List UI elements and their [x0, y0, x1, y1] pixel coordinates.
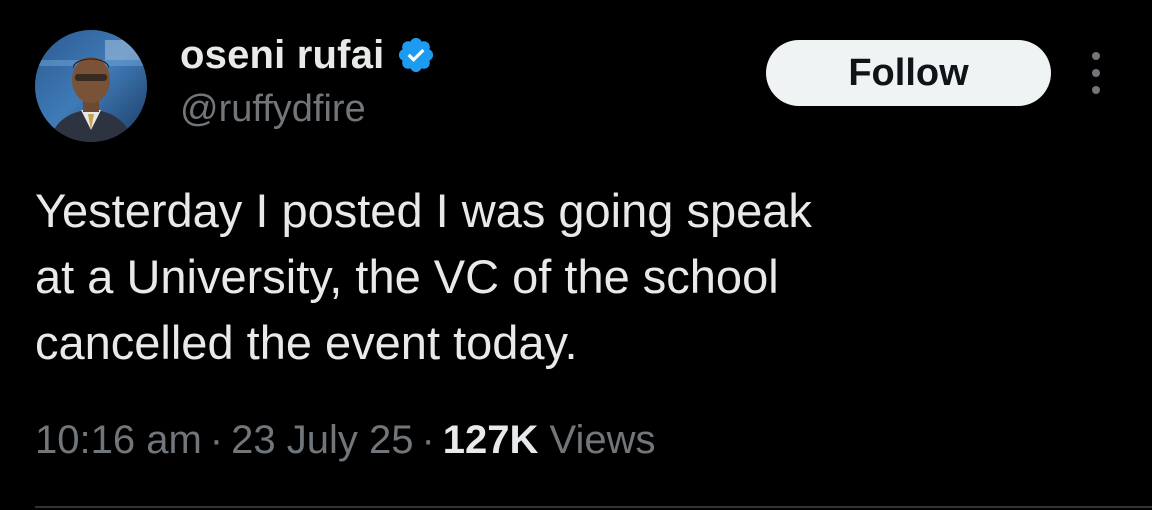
tweet-time[interactable]: 10:16 am — [35, 418, 202, 462]
tweet-text-line: cancelled the event today. — [35, 316, 578, 369]
meta-separator: · — [421, 418, 435, 462]
author-display-name[interactable]: oseni rufai — [180, 33, 384, 78]
tweet-metadata: 10:16 am · 23 July 25 · 127K Views — [35, 418, 656, 463]
divider — [35, 506, 1152, 508]
tweet-text-line: Yesterday I posted I was going speak — [35, 184, 812, 237]
verified-badge-icon — [399, 37, 434, 73]
author-name-row[interactable]: oseni rufai — [180, 30, 436, 80]
views-label: Views — [549, 418, 656, 462]
tweet-card: oseni rufai @ruffydfire Follow Yesterday… — [0, 0, 1152, 510]
tweet-date[interactable]: 23 July 25 — [231, 418, 413, 462]
more-dot — [1092, 86, 1100, 94]
tweet-text: Yesterday I posted I was going speak at … — [35, 178, 1035, 376]
meta-separator: · — [209, 418, 224, 462]
more-dot — [1092, 52, 1100, 60]
more-vertical-icon[interactable] — [1086, 52, 1106, 94]
author-handle[interactable]: @ruffydfire — [180, 88, 366, 131]
avatar-photo — [35, 30, 147, 142]
views-count: 127K — [442, 418, 539, 462]
avatar[interactable] — [35, 30, 147, 142]
more-dot — [1092, 69, 1100, 77]
follow-button[interactable]: Follow — [766, 40, 1051, 106]
tweet-text-line: at a University, the VC of the school — [35, 250, 779, 303]
